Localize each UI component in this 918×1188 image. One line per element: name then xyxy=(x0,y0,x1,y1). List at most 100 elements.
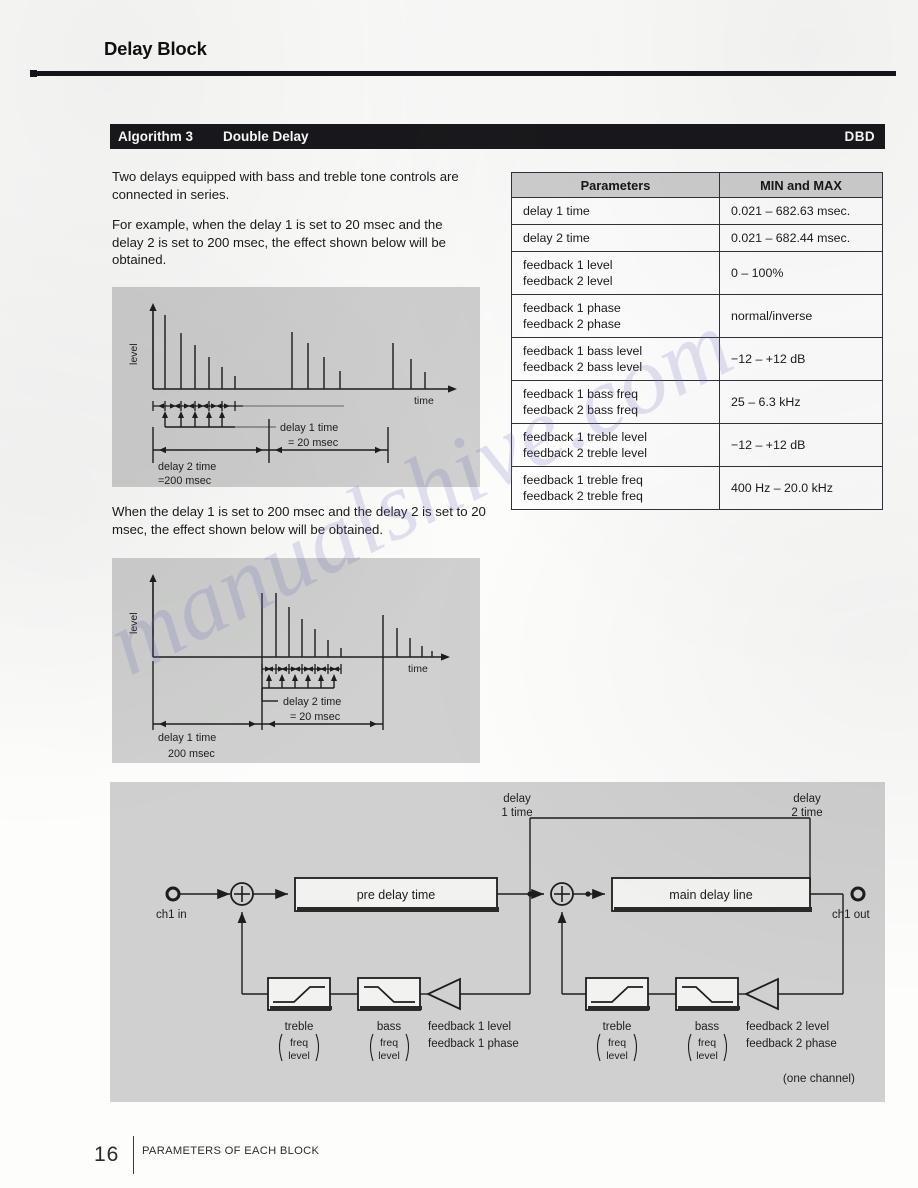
arrow xyxy=(292,674,298,681)
bass-1-brace-right-icon xyxy=(405,1033,410,1062)
param-value-cell: −12 – +12 dB xyxy=(719,337,883,381)
param-name-line-1: feedback 1 treble freq xyxy=(523,473,643,487)
delay1-tick-ruler xyxy=(152,401,344,411)
delay2-time-value: =200 msec xyxy=(158,475,212,487)
param-name-cell: feedback 1 level feedback 2 level xyxy=(511,251,720,295)
bass-1-label: bass xyxy=(377,1021,402,1033)
intro-paragraph-1: Two delays equipped with bass and treble… xyxy=(112,169,459,202)
arrow xyxy=(206,411,212,418)
treble-filter-1-shadow xyxy=(270,1006,332,1010)
intro-text: Two delays equipped with bass and treble… xyxy=(112,168,477,282)
footer-page-number: 16 xyxy=(94,1143,120,1166)
bass-filter-1-block xyxy=(357,977,421,1011)
param-name-line-1: feedback 1 bass freq xyxy=(523,387,639,401)
main-delay-block-label: main delay line xyxy=(669,888,752,902)
delay2-span-ruler xyxy=(152,419,389,463)
feedback-arrowheads xyxy=(162,411,225,418)
arrow xyxy=(256,446,263,454)
param-name-cell: feedback 1 treble freq feedback 2 treble… xyxy=(511,466,720,510)
table-row: feedback 1 level feedback 2 level 0 – 10… xyxy=(511,251,883,295)
arrow xyxy=(318,674,324,681)
arrow xyxy=(266,674,272,681)
treble-2-label: treble xyxy=(603,1021,632,1033)
arrow xyxy=(158,403,164,409)
delay1-time-value: 200 msec xyxy=(168,748,215,760)
delay1-time-label: delay 1 time xyxy=(280,422,338,434)
bass-2-brace-right-icon xyxy=(723,1033,728,1062)
delay2-time-label: delay 2 time xyxy=(158,461,216,473)
bass-2-label: bass xyxy=(695,1021,720,1033)
algorithm-code-badge: DBD xyxy=(844,129,875,144)
table-row: feedback 1 phase feedback 2 phase normal… xyxy=(511,294,883,338)
input-jack-icon xyxy=(165,886,181,902)
arrow xyxy=(162,411,168,418)
param-name-cell: feedback 1 bass level feedback 2 bass le… xyxy=(511,337,720,381)
figure-delay1-20ms: level time delay 1 time = 20 msec delay … xyxy=(112,287,480,487)
param-name-cell: delay 1 time xyxy=(511,197,720,225)
param-name-cell: feedback 1 bass freq feedback 2 bass fre… xyxy=(511,380,720,424)
treble-filter-2-shadow xyxy=(588,1006,650,1010)
table-row: delay 2 time 0.021 – 682.44 msec. xyxy=(511,224,883,252)
treble-1-brace-left-icon xyxy=(278,1033,283,1062)
feedback-arrowheads xyxy=(266,674,337,681)
feedback-1-phase-label: feedback 1 phase xyxy=(428,1038,519,1050)
feedback-1-level-label: feedback 1 level xyxy=(428,1021,511,1033)
figure1-svg: level time delay 1 time = 20 msec delay … xyxy=(128,303,457,487)
output-jack-icon xyxy=(850,886,866,902)
delay2-time-label: delay 2 time xyxy=(283,696,341,708)
bass-filter-2-block xyxy=(675,977,739,1011)
output-label: ch1 out xyxy=(832,909,871,921)
arrow xyxy=(224,403,230,409)
figure2-svg: level time delay 2 time = 20 msec delay … xyxy=(128,574,450,760)
param-name-cell: feedback 1 phase feedback 2 phase xyxy=(511,294,720,338)
document-page: Delay Block Algorithm 3 Double Delay DBD… xyxy=(0,0,918,1188)
x-axis-arrow xyxy=(441,653,450,661)
page-title: Delay Block xyxy=(104,38,207,59)
delay1-time-label: delay 1 time xyxy=(158,732,216,744)
column-header-parameters: Parameters xyxy=(511,172,720,198)
arrow xyxy=(291,666,297,672)
impulse-group-1 xyxy=(164,315,236,389)
impulse-group-2 xyxy=(291,332,341,389)
treble-filter-2-block xyxy=(585,977,649,1011)
x-axis-arrow xyxy=(448,385,457,393)
x-axis-label: time xyxy=(408,663,428,675)
arrow xyxy=(178,411,184,418)
param-value-cell: 0.021 – 682.63 msec. xyxy=(719,197,883,225)
bass-1-sub-freq: freq xyxy=(380,1037,398,1049)
arrow xyxy=(330,666,336,672)
treble-2-brace-left-icon xyxy=(596,1033,601,1062)
bass-1-brace-left-icon xyxy=(369,1033,374,1062)
arrow xyxy=(159,720,166,728)
input-label: ch1 in xyxy=(156,909,187,921)
param-value-cell: 0.021 – 682.44 msec. xyxy=(719,224,883,252)
intro-paragraph-2: For example, when the delay 1 is set to … xyxy=(112,217,447,267)
param-value-cell: normal/inverse xyxy=(719,294,883,338)
algorithm-name: Double Delay xyxy=(223,129,309,144)
figure-block-diagram: ch1 in pre delay time delay 1 time main … xyxy=(110,782,885,1102)
algorithm-number: Algorithm 3 xyxy=(118,129,194,144)
param-name-line-1: feedback 1 bass level xyxy=(523,344,643,358)
feedback-2-phase-label: feedback 2 phase xyxy=(746,1038,837,1050)
arrow xyxy=(159,446,166,454)
arrow xyxy=(370,720,377,728)
arrow xyxy=(304,666,310,672)
arrow xyxy=(279,674,285,681)
param-name-line-2: feedback 2 bass freq xyxy=(523,403,639,417)
param-name-line-2: feedback 2 treble level xyxy=(523,446,647,460)
arrow xyxy=(202,403,208,409)
algorithm-bar: Algorithm 3 Double Delay DBD xyxy=(110,124,885,149)
bass-2-sub-level: level xyxy=(696,1050,718,1062)
arrow xyxy=(317,666,323,672)
table-row: feedback 1 bass level feedback 2 bass le… xyxy=(511,337,883,381)
impulse-group-3 xyxy=(392,343,426,389)
arrow xyxy=(192,411,198,418)
block-diagram-svg: ch1 in pre delay time delay 1 time main … xyxy=(156,793,871,1085)
delay1-tap-label-line1: delay xyxy=(503,793,531,805)
x-axis-label: time xyxy=(414,395,434,407)
impulse-group-1 xyxy=(261,593,342,657)
treble-2-sub-level: level xyxy=(606,1050,628,1062)
arrow xyxy=(268,720,275,728)
arrow xyxy=(375,446,382,454)
arrow xyxy=(174,403,180,409)
